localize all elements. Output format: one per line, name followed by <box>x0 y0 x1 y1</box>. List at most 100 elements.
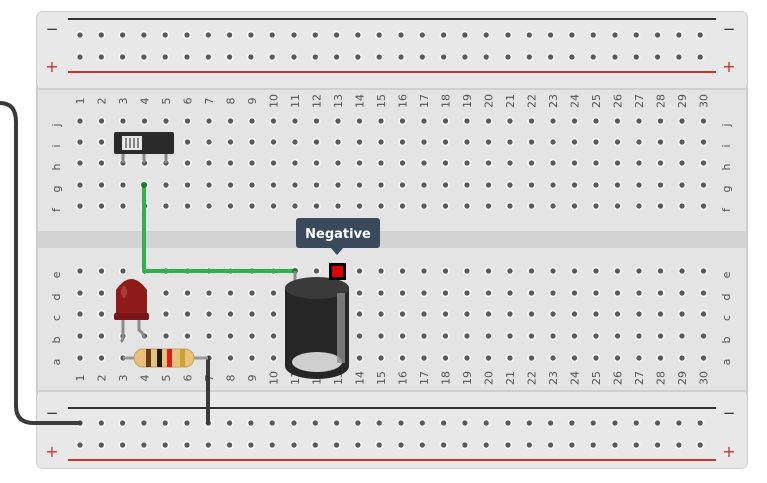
hole[interactable] <box>75 331 85 341</box>
hole[interactable] <box>118 418 127 428</box>
hole[interactable] <box>699 353 708 363</box>
hole[interactable] <box>398 266 407 276</box>
hole[interactable] <box>441 116 450 126</box>
hole[interactable] <box>398 331 407 341</box>
hole[interactable] <box>441 158 450 168</box>
hole[interactable] <box>398 309 407 319</box>
hole[interactable] <box>374 440 384 450</box>
hole[interactable] <box>525 30 534 40</box>
hole[interactable] <box>548 180 558 190</box>
hole[interactable] <box>527 201 536 211</box>
hole[interactable] <box>527 331 536 341</box>
hole[interactable] <box>588 418 598 428</box>
hole[interactable] <box>290 180 300 190</box>
hole[interactable] <box>118 52 127 62</box>
hole[interactable] <box>183 331 192 341</box>
hole[interactable] <box>333 158 343 168</box>
hole[interactable] <box>247 353 257 363</box>
hole[interactable] <box>439 30 448 40</box>
hole[interactable] <box>588 440 598 450</box>
hole[interactable] <box>441 266 450 276</box>
hole[interactable] <box>610 418 620 428</box>
hole[interactable] <box>226 353 235 363</box>
hole[interactable] <box>484 353 493 363</box>
hole[interactable] <box>570 266 579 276</box>
hole[interactable] <box>204 288 214 298</box>
hole[interactable] <box>374 30 384 40</box>
hole[interactable] <box>441 309 450 319</box>
hole[interactable] <box>160 418 170 428</box>
hole[interactable] <box>699 137 708 147</box>
hole[interactable] <box>419 116 429 126</box>
hole[interactable] <box>396 52 406 62</box>
hole[interactable] <box>570 288 579 298</box>
hole[interactable] <box>269 288 278 298</box>
hole[interactable] <box>75 52 85 62</box>
hole[interactable] <box>97 137 106 147</box>
hole[interactable] <box>653 52 662 62</box>
hole[interactable] <box>161 201 171 211</box>
hole[interactable] <box>548 137 558 147</box>
hole[interactable] <box>376 288 386 298</box>
hole[interactable] <box>460 30 470 40</box>
hole[interactable] <box>419 266 429 276</box>
hole[interactable] <box>225 52 234 62</box>
hole[interactable] <box>355 137 364 147</box>
hole[interactable] <box>570 353 579 363</box>
hole[interactable] <box>267 440 277 450</box>
hole[interactable] <box>333 180 343 190</box>
hole[interactable] <box>183 116 192 126</box>
hole[interactable] <box>677 266 687 276</box>
hole[interactable] <box>527 353 536 363</box>
hole[interactable] <box>269 137 278 147</box>
hole[interactable] <box>418 30 427 40</box>
hole[interactable] <box>139 52 149 62</box>
hole[interactable] <box>656 201 665 211</box>
hole[interactable] <box>332 30 341 40</box>
hole[interactable] <box>97 201 106 211</box>
hole[interactable] <box>570 137 579 147</box>
hole[interactable] <box>355 116 364 126</box>
hole[interactable] <box>333 201 343 211</box>
hole[interactable] <box>160 30 170 40</box>
hole[interactable] <box>656 309 665 319</box>
hole[interactable] <box>634 288 644 298</box>
hole[interactable] <box>610 52 620 62</box>
hole[interactable] <box>225 418 234 428</box>
electrolytic-capacitor[interactable] <box>285 271 349 379</box>
hole[interactable] <box>97 331 106 341</box>
hole[interactable] <box>398 116 407 126</box>
hole[interactable] <box>246 418 256 428</box>
hole[interactable] <box>441 288 450 298</box>
hole[interactable] <box>269 116 278 126</box>
hole[interactable] <box>269 353 278 363</box>
hole[interactable] <box>97 266 106 276</box>
hole[interactable] <box>546 52 555 62</box>
hole[interactable] <box>462 201 472 211</box>
hole[interactable] <box>396 440 406 450</box>
hole[interactable] <box>97 353 106 363</box>
hole[interactable] <box>441 331 450 341</box>
hole[interactable] <box>140 116 149 126</box>
hole[interactable] <box>634 201 644 211</box>
hole[interactable] <box>674 52 684 62</box>
hole[interactable] <box>613 201 622 211</box>
hole[interactable] <box>591 353 601 363</box>
hole[interactable] <box>332 52 341 62</box>
hole[interactable] <box>204 331 214 341</box>
hole[interactable] <box>699 309 708 319</box>
hole[interactable] <box>312 201 321 211</box>
hole[interactable] <box>484 116 493 126</box>
hole[interactable] <box>527 180 536 190</box>
hole[interactable] <box>591 266 601 276</box>
hole[interactable] <box>656 137 665 147</box>
hole[interactable] <box>204 137 214 147</box>
hole[interactable] <box>290 158 300 168</box>
hole[interactable] <box>462 288 472 298</box>
hole[interactable] <box>290 137 300 147</box>
hole[interactable] <box>418 418 427 428</box>
hole[interactable] <box>613 137 622 147</box>
hole[interactable] <box>312 137 321 147</box>
hole[interactable] <box>527 158 536 168</box>
hole[interactable] <box>503 418 513 428</box>
